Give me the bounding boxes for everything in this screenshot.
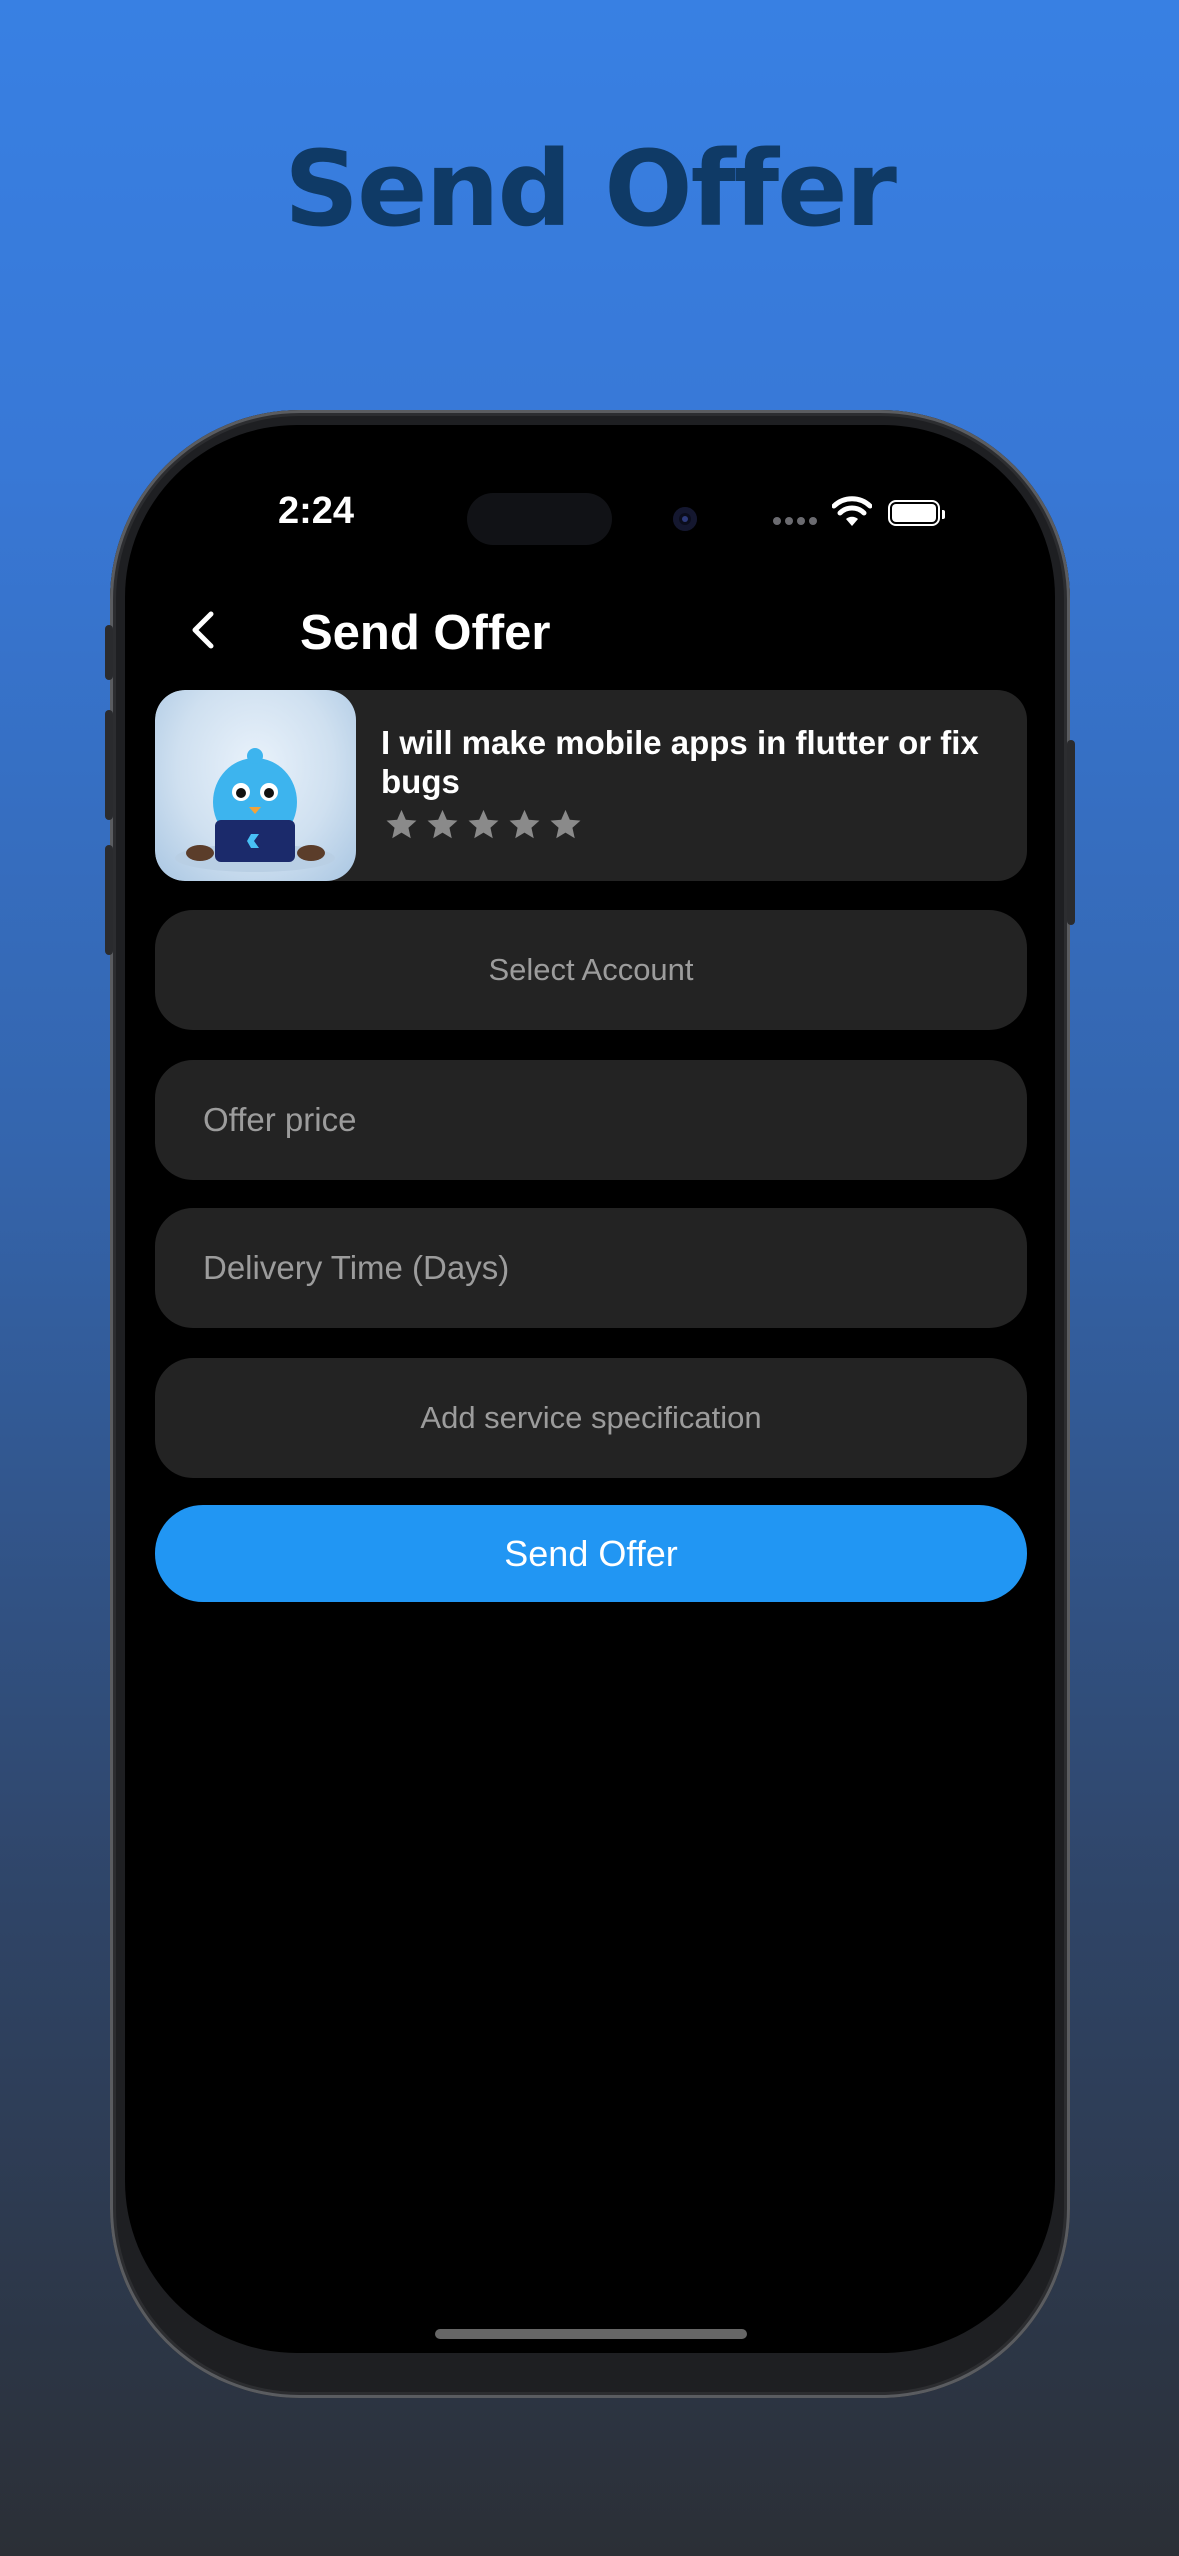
wifi-icon <box>832 496 872 526</box>
camera-icon <box>673 507 697 531</box>
star-icon <box>427 809 458 839</box>
service-specification-button[interactable]: Add service specification <box>155 1358 1027 1478</box>
back-button[interactable] <box>180 605 230 655</box>
select-account-button[interactable]: Select Account <box>155 910 1027 1030</box>
status-time: 2:24 <box>278 490 355 532</box>
mascot-illustration <box>175 748 335 872</box>
star-rating <box>383 806 584 843</box>
delivery-time-field[interactable] <box>155 1208 1027 1328</box>
gig-thumbnail <box>155 690 356 881</box>
gig-card[interactable]: I will make mobile apps in flutter or fi… <box>155 690 1027 881</box>
chevron-left-icon <box>192 611 214 649</box>
home-indicator <box>435 2329 747 2339</box>
offer-price-field[interactable] <box>155 1060 1027 1180</box>
volume-up-button <box>105 710 113 820</box>
volume-down-button <box>105 845 113 955</box>
gig-title: I will make mobile apps in flutter or fi… <box>381 724 979 800</box>
offer-price-input[interactable] <box>203 1060 983 1180</box>
select-account-label: Select Account <box>488 952 694 987</box>
battery-icon <box>888 500 945 526</box>
page-title: Send Offer <box>300 606 551 660</box>
promo-title: Send Offer <box>284 128 897 250</box>
dynamic-island <box>467 493 612 545</box>
star-icon <box>468 809 499 839</box>
action-button <box>105 625 113 680</box>
star-icon <box>509 809 540 839</box>
delivery-time-input[interactable] <box>203 1208 983 1328</box>
service-specification-label: Add service specification <box>420 1400 762 1435</box>
star-icon <box>550 809 581 839</box>
cellular-signal-icon <box>773 517 817 525</box>
phone-screen: 2:24 Send Offer I will make mobile apps … <box>125 425 1055 2353</box>
power-button <box>1067 740 1075 925</box>
send-offer-button[interactable]: Send Offer <box>155 1505 1027 1602</box>
star-icon <box>386 809 417 839</box>
